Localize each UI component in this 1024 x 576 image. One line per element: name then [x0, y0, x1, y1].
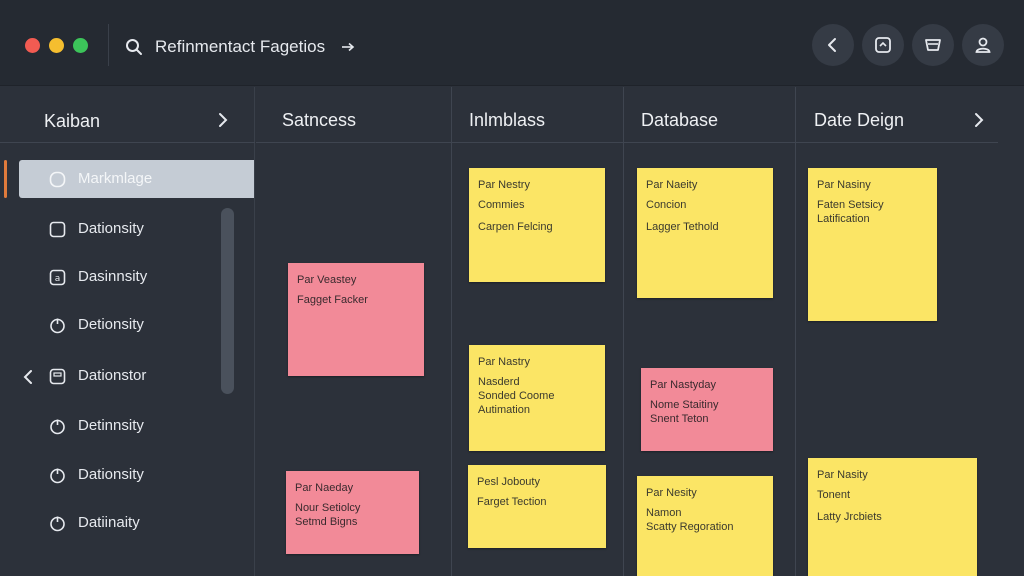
card-text: Commies — [478, 199, 525, 211]
task-card[interactable]: Par Nasity Tonent Latty Jrcbiets — [808, 458, 977, 576]
kanban-app-window: Refinmentact Fagetios Kaiban Markmlage D… — [0, 0, 1024, 576]
user-button[interactable] — [962, 24, 1004, 66]
card-text: Latty Jrcbiets — [817, 511, 882, 523]
card-text: Namon Scatty Regoration — [646, 507, 734, 533]
sidebar-title: Kaiban — [44, 111, 101, 131]
arrow-right-icon[interactable] — [340, 39, 356, 55]
sidebar: Kaiban Markmlage Dationsity a Dasinnsity — [0, 87, 255, 576]
task-card[interactable]: Par Nastry Nasderd Sonded Coome Autimati… — [469, 345, 605, 451]
title-bar: Refinmentact Fagetios — [0, 0, 1024, 86]
card-text: Nasderd Sonded Coome Autimation — [478, 376, 555, 416]
back-icon — [828, 38, 836, 52]
sidebar-item-label: Dationstor — [78, 367, 147, 384]
card-title: Par Nestry — [478, 179, 530, 191]
sidebar-item-label: Detionsity — [78, 316, 144, 333]
card-text: Carpen Felcing — [478, 221, 553, 233]
window-controls — [25, 38, 88, 53]
sidebar-item-label: Detinnsity — [78, 417, 144, 434]
minimize-window-button[interactable] — [49, 38, 64, 53]
task-card[interactable]: Pesl Jobouty Farget Tection — [468, 465, 606, 548]
sidebar-item[interactable]: Datiinaity — [19, 504, 254, 542]
card-title: Par Nastyday — [650, 379, 717, 391]
kanban-board: Satncess Inlmblass Database Date Deign P… — [256, 87, 1024, 576]
card-text: Tonent — [817, 489, 851, 501]
task-card[interactable]: Par Nastyday Nome Staitiny Snent Teton — [641, 368, 773, 451]
card-text: Lagger Tethold — [646, 221, 719, 233]
column-header[interactable]: Inlmblass — [452, 87, 623, 143]
sidebar-item-label: Dasinnsity — [78, 268, 148, 285]
sidebar-item-label: Dationsity — [78, 466, 144, 483]
back-button[interactable] — [812, 24, 854, 66]
task-card[interactable]: Par Veastey Fagget Facker — [288, 263, 424, 376]
badge-icon — [875, 37, 891, 53]
square-icon — [49, 221, 66, 238]
maximize-window-button[interactable] — [73, 38, 88, 53]
sidebar-item[interactable]: Markmlage — [19, 160, 254, 198]
chevron-right-icon[interactable] — [216, 112, 230, 128]
column-header[interactable]: Database — [624, 87, 795, 143]
card-title: Par Veastey — [297, 274, 357, 286]
active-item-indicator — [4, 160, 7, 198]
card-text: Fagget Facker — [297, 294, 368, 306]
card-title: Par Nastry — [478, 356, 530, 368]
chevron-right-icon[interactable] — [972, 112, 986, 128]
close-window-button[interactable] — [25, 38, 40, 53]
save-icon — [49, 368, 66, 385]
power-icon — [50, 318, 65, 334]
power-icon — [50, 419, 65, 435]
column-title: Database — [641, 110, 719, 130]
sidebar-header: Kaiban — [0, 87, 255, 143]
sidebar-item-label: Markmlage — [78, 170, 153, 187]
sidebar-item[interactable]: Dationsity — [19, 210, 254, 248]
sidebar-item-label: Datiinaity — [78, 514, 140, 531]
circle-icon — [49, 171, 66, 188]
sidebar-item[interactable]: Detionsity — [19, 306, 254, 344]
card-title: Par Nasiny — [817, 179, 871, 191]
search-query[interactable]: Refinmentact Fagetios — [155, 37, 325, 57]
task-card[interactable]: Par Nestry Commies Carpen Felcing — [469, 168, 605, 282]
titlebar-divider — [108, 24, 109, 66]
power-icon — [50, 516, 65, 532]
task-card[interactable]: Par Naeday Nour Setiolcy Setmd Bigns — [286, 471, 419, 554]
task-card[interactable]: Par Nesity Namon Scatty Regoration — [637, 476, 773, 576]
sidebar-scrollbar[interactable] — [221, 208, 234, 394]
search-icon[interactable] — [125, 38, 143, 56]
column-title: Satncess — [282, 110, 357, 130]
card-title: Par Nesity — [646, 487, 697, 499]
user-icon — [975, 37, 991, 53]
basket-icon — [925, 39, 941, 51]
card-title: Par Nasity — [817, 469, 868, 481]
card-text: Farget Tection — [477, 496, 547, 508]
svg-text:a: a — [55, 274, 61, 284]
card-text: Concion — [646, 199, 687, 211]
sidebar-item[interactable]: a Dasinnsity — [19, 258, 254, 296]
card-title: Par Naeity — [646, 179, 698, 191]
column-title: Date Deign — [814, 110, 905, 130]
task-card[interactable]: Par Nasiny Faten Setsicy Latification — [808, 168, 937, 321]
card-title: Par Naeday — [295, 482, 354, 494]
sidebar-item-label: Dationsity — [78, 220, 144, 237]
column-header[interactable]: Satncess — [256, 87, 451, 143]
card-text: Faten Setsicy Latification — [817, 199, 884, 225]
column-header[interactable]: Date Deign — [796, 87, 998, 143]
app-icon: a — [49, 269, 66, 286]
card-text: Nome Staitiny Snent Teton — [650, 399, 719, 425]
badge-button[interactable] — [862, 24, 904, 66]
card-text: Nour Setiolcy Setmd Bigns — [295, 502, 361, 528]
sidebar-item[interactable]: Detinnsity — [19, 407, 254, 445]
sidebar-item[interactable]: Dationsity — [19, 456, 254, 494]
task-card[interactable]: Par Naeity Concion Lagger Tethold — [637, 168, 773, 298]
column-divider — [451, 87, 452, 576]
card-title: Pesl Jobouty — [477, 476, 540, 488]
sidebar-item[interactable]: Dationstor — [19, 357, 254, 395]
column-title: Inlmblass — [469, 110, 546, 130]
power-icon — [50, 468, 65, 484]
basket-button[interactable] — [912, 24, 954, 66]
column-divider — [795, 87, 796, 576]
column-divider — [623, 87, 624, 576]
